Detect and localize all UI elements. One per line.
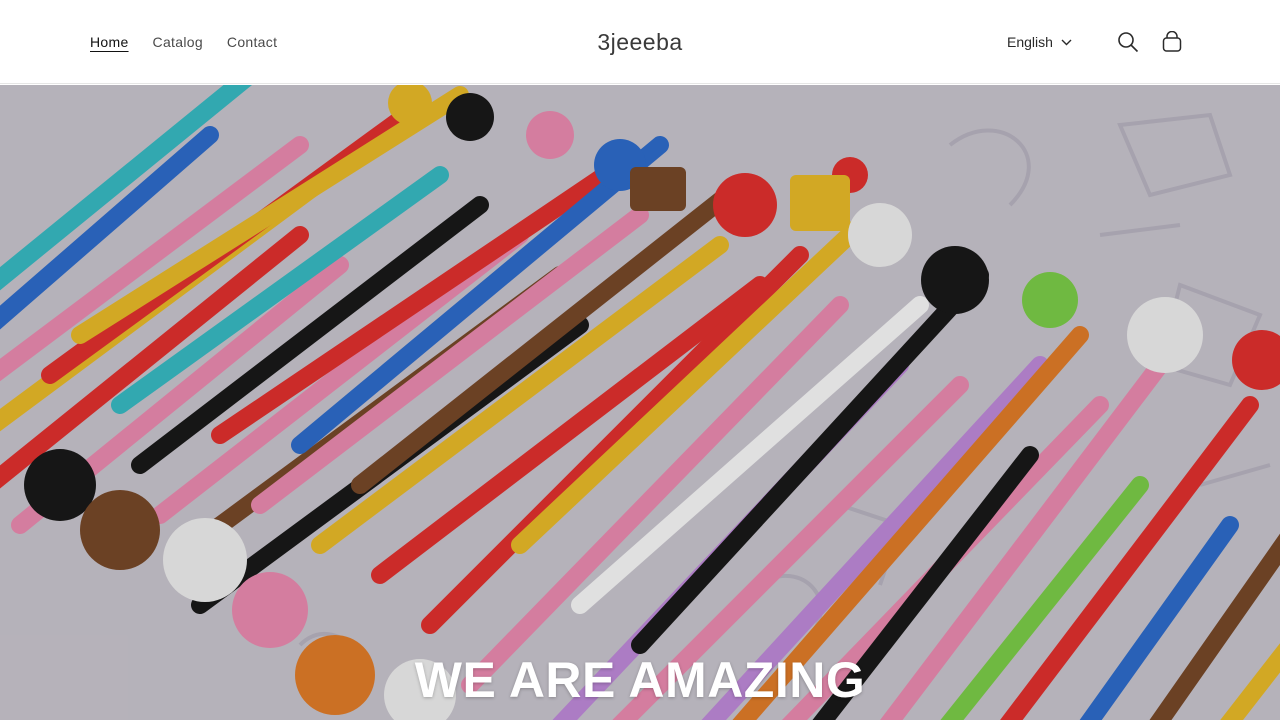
- chevron-down-icon: [1061, 39, 1072, 45]
- nav-contact-link[interactable]: Contact: [215, 34, 289, 50]
- search-button[interactable]: [1106, 20, 1150, 64]
- site-logo[interactable]: 3jeeeba: [540, 0, 740, 84]
- hero-banner: WE ARE AMAZING: [0, 85, 1280, 720]
- language-label: English: [1007, 34, 1053, 50]
- main-nav: Home Catalog Contact: [78, 0, 289, 84]
- hero-overlay: [0, 85, 1280, 720]
- search-icon: [1118, 32, 1139, 53]
- nav-catalog-link[interactable]: Catalog: [141, 34, 215, 50]
- cart-button[interactable]: [1150, 20, 1194, 64]
- nav-home-link[interactable]: Home: [78, 34, 141, 50]
- cart-icon: [1162, 31, 1182, 52]
- site-header: Home Catalog Contact 3jeeeba English: [0, 0, 1280, 84]
- hero-heading: WE ARE AMAZING: [414, 652, 866, 708]
- language-selector[interactable]: English: [1000, 26, 1079, 58]
